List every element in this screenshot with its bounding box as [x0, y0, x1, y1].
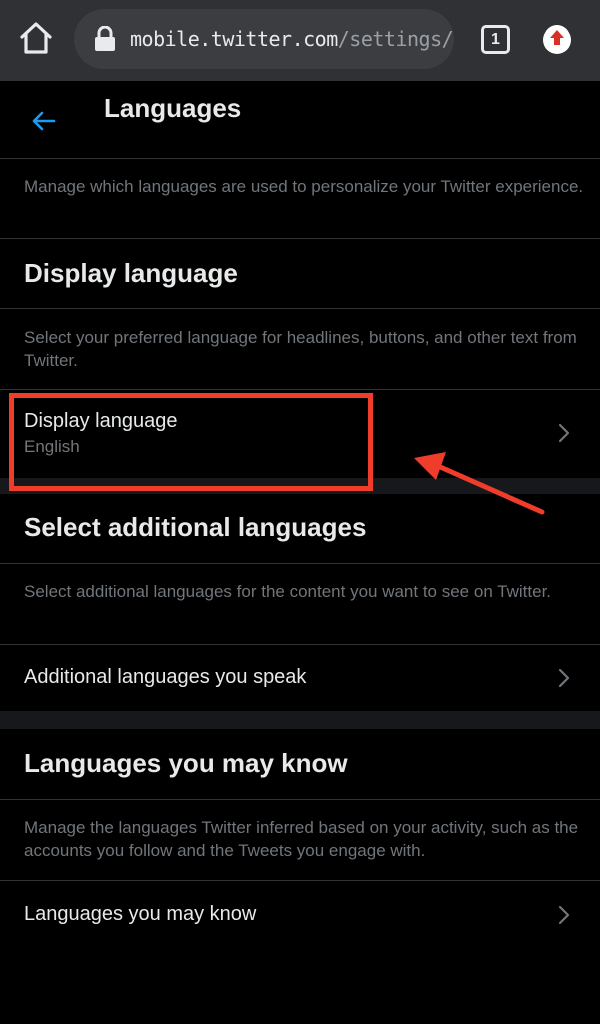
annotation-arrow-icon: [410, 448, 550, 520]
divider: [0, 158, 600, 159]
additional-languages-description: Select additional languages for the cont…: [24, 582, 552, 601]
display-language-description: Select your preferred language for headl…: [24, 328, 577, 370]
page-title: Languages: [104, 93, 242, 123]
divider: [0, 238, 600, 239]
divider: [0, 308, 600, 309]
arrow-left-icon[interactable]: [28, 105, 60, 137]
app-header: Languages: [0, 81, 600, 158]
browser-toolbar: mobile.twitter.com/settings/l 1: [0, 0, 600, 81]
highlight-box: [9, 393, 373, 491]
additional-languages-heading: Select additional languages: [24, 512, 367, 542]
may-know-description: Manage the languages Twitter inferred ba…: [24, 818, 579, 860]
display-language-heading: Display language: [24, 258, 238, 288]
may-know-row-label: Languages you may know: [24, 903, 257, 925]
chevron-right-icon: [556, 903, 572, 927]
home-icon[interactable]: [18, 20, 54, 56]
url-host: mobile.twitter.com: [130, 27, 338, 51]
lock-icon: [94, 25, 116, 52]
update-button[interactable]: [543, 24, 571, 57]
url-path: /settings/l: [337, 27, 454, 51]
may-know-heading: Languages you may know: [24, 748, 348, 778]
intro-description: Manage which languages are used to perso…: [24, 177, 584, 196]
divider: [0, 563, 600, 564]
tab-switcher-button[interactable]: 1: [481, 25, 510, 54]
additional-languages-row[interactable]: Additional languages you speak: [0, 645, 600, 711]
arrow-up-icon: [543, 24, 571, 57]
may-know-row[interactable]: Languages you may know: [0, 881, 600, 947]
url-text: mobile.twitter.com/settings/l: [130, 27, 454, 51]
address-bar[interactable]: mobile.twitter.com/settings/l: [74, 9, 454, 69]
chevron-right-icon: [556, 421, 572, 445]
tab-count: 1: [491, 30, 500, 48]
chevron-right-icon: [556, 666, 572, 690]
divider: [0, 799, 600, 800]
additional-languages-row-label: Additional languages you speak: [24, 666, 307, 688]
section-separator: [0, 711, 600, 729]
